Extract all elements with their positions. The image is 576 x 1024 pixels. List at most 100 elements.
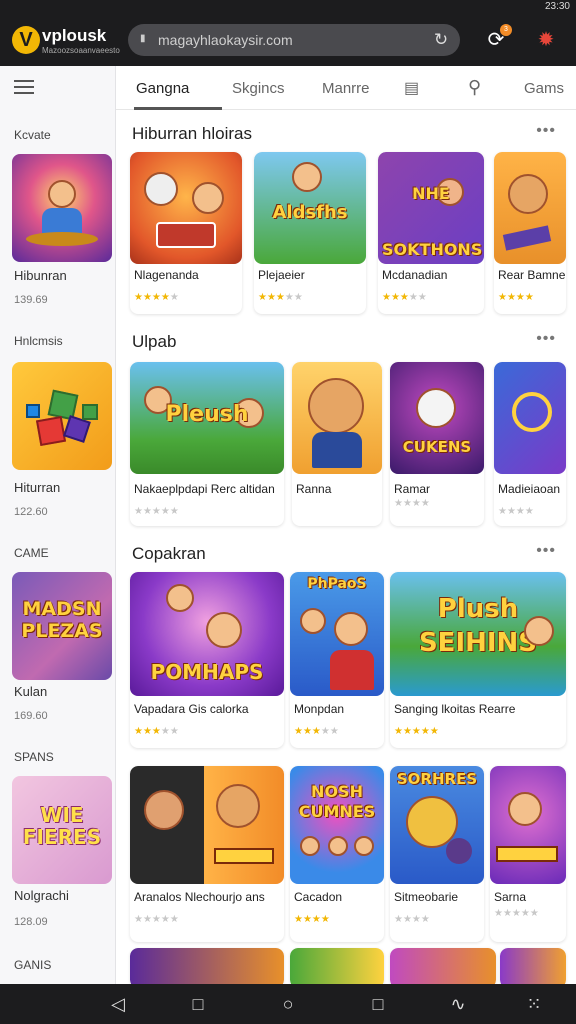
rating-stars: ★★★★★ [394,726,439,737]
game-card[interactable]: Ranna [292,362,382,526]
sidebar-thumb-4[interactable]: WIE FIERES [12,776,112,884]
address-bar[interactable]: ▮ ↻ [128,24,460,56]
game-card-art [500,948,566,984]
logo-v-icon: V [12,26,40,54]
game-card-art: Aldsfhs [254,152,366,264]
settings-icon[interactable]: ✹ [532,26,560,54]
game-card-title: Rear Bamne [498,268,566,282]
game-card-art: SORHRES [390,766,484,884]
game-card-title: Sarna [494,890,527,904]
game-card-art [494,362,566,474]
game-card-art: NOSH CUMNES [290,766,384,884]
game-card[interactable]: Madieiaoan ★★★★ [494,362,566,526]
sidebar-section-header: CAME [14,546,49,560]
sidebar-item-title[interactable]: Hibunran [14,268,67,283]
game-card-partial[interactable] [130,948,284,984]
search-icon[interactable]: ⚲ [468,77,481,98]
sidebar-section-header: Kcvate [14,128,51,142]
tab-manrre[interactable]: Manrre [322,80,370,97]
hamburger-menu-icon[interactable] [14,80,34,94]
tab-skgincs[interactable]: Skgincs [232,80,285,97]
game-card-title: Vapadara Gis calorka [134,702,249,716]
game-card-art [290,948,384,984]
game-card[interactable]: Sarna ★★★★★ [490,766,566,942]
rating-stars: ★★★★★ [258,292,303,303]
game-card-art-word: SORHRES [396,770,478,788]
section-title: Copakran [132,544,206,563]
game-card-title: Plejaeier [258,268,305,282]
app-logo[interactable]: V vplousk Mazoozsoaanvaeesto [12,22,120,58]
rating-stars: ★★★★ [394,914,430,925]
game-card-art-word: NOSH CUMNES [298,782,376,821]
rating-stars: ★★★★ [394,498,430,509]
game-card[interactable]: PhPaoS Monpdan ★★★★★ [290,572,384,748]
sidebar-thumb-1[interactable] [12,154,112,262]
game-card-title: Madieiaoan [498,482,561,496]
reload-icon[interactable]: ↻ [430,29,452,51]
grid-icon[interactable]: ⁙ [522,992,546,1016]
section-title: Hiburran hloiras [132,124,252,143]
game-card[interactable]: Aldsfhs Plejaeier ★★★★★ [254,152,366,314]
game-card-art [292,362,382,474]
recents-icon[interactable]: □ [366,992,390,1016]
game-card-partial[interactable] [500,948,566,984]
game-card[interactable]: SORHRES Sitmeobarie ★★★★ [390,766,484,942]
game-card-title: Monpdan [294,702,345,716]
square-icon[interactable]: □ [186,992,210,1016]
game-card-title: Ramar [394,482,431,496]
game-card-art: CUKENS [390,362,484,474]
game-card-art-word: CUKENS [402,438,472,456]
sidebar-item-title[interactable]: Kulan [14,684,47,699]
gesture-icon[interactable]: ∿ [446,992,470,1016]
game-card-art [390,948,496,984]
game-card[interactable]: NOSH CUMNES Cacadon ★★★★ [290,766,384,942]
sidebar-item-meta: 169.60 [14,710,48,722]
game-card-art-word: POMHAPS [150,660,264,684]
more-options-icon[interactable]: ••• [536,330,556,348]
tab-gangna[interactable]: Gangna [136,80,189,97]
sidebar-thumb-word: MADSN PLEZAS [21,598,103,642]
more-options-icon[interactable]: ••• [536,542,556,560]
game-card[interactable]: NHE SOKTHONS Mcdanadian ★★★★★ [378,152,484,314]
logo-name: vplousk [42,26,107,45]
home-icon[interactable]: ○ [276,992,300,1016]
game-card[interactable]: Pleush Nakaeplpdapi Rerc altidan ★★★★★ [130,362,284,526]
url-input[interactable] [158,30,408,50]
game-card-partial[interactable] [390,948,496,984]
sidebar-thumb-2[interactable] [12,362,112,470]
rating-stars: ★★★★★ [134,292,179,303]
sidebar: Kcvate Hibunran 139.69 Hnlcmsis Hiturran… [0,66,116,984]
game-card[interactable]: CUKENS Ramar ★★★★ [390,362,484,526]
game-card-partial[interactable] [290,948,384,984]
game-card[interactable]: POMHAPS Vapadara Gis calorka ★★★★★ [130,572,284,748]
sidebar-section-header: SPANS [14,750,54,764]
game-card-title: Sanging lkoitas Rearre [394,702,516,716]
game-card[interactable]: Aranalos Nlechourjo ans ★★★★★ [130,766,284,942]
game-card-art: Plush SEIHINS [390,572,566,696]
game-card-art [490,766,566,884]
game-card-title: Cacadon [294,890,343,904]
sidebar-thumb-word: WIE FIERES [22,803,102,849]
game-card-title: Sitmeobarie [394,890,459,904]
sidebar-thumb-3[interactable]: MADSN PLEZAS [12,572,112,680]
game-card-art-word: Aldsfhs [272,202,348,223]
game-card-art: POMHAPS [130,572,284,696]
back-icon[interactable]: ◁ [106,992,130,1016]
news-icon[interactable]: ▤ [404,78,419,98]
notification-icon[interactable]: ⟳ 3 [482,24,512,54]
status-time: 23:30 [544,1,570,12]
tab-gams[interactable]: Gams [524,80,564,97]
game-card-art-word: NHE SOKTHONS [382,184,483,259]
game-card[interactable]: Rear Bamne ★★★★ [494,152,566,314]
game-card-art [130,152,242,264]
rating-stars: ★★★★ [294,914,330,925]
sidebar-item-title[interactable]: Hiturran [14,480,60,495]
rating-stars: ★★★★★ [134,726,179,737]
sidebar-item-meta: 122.60 [14,506,48,518]
more-options-icon[interactable]: ••• [536,122,556,140]
sidebar-item-title[interactable]: Nolgrachi [14,888,69,903]
game-card[interactable]: Nlagenanda ★★★★★ [130,152,242,314]
game-card-art [494,152,566,264]
game-card[interactable]: Plush SEIHINS Sanging lkoitas Rearre ★★★… [390,572,566,748]
game-card-art-word: PhPaoS [307,576,367,592]
